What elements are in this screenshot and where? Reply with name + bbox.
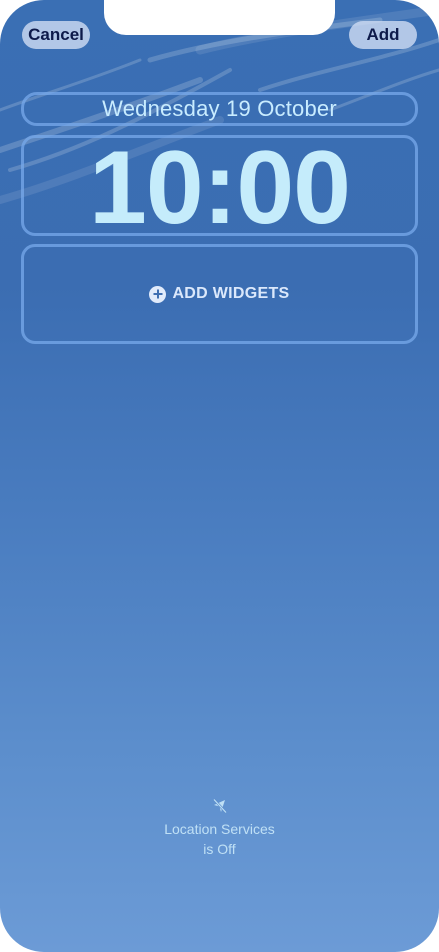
device-notch bbox=[104, 0, 335, 35]
cancel-button[interactable]: Cancel bbox=[22, 21, 90, 49]
lock-screen-editor: Cancel Add Wednesday 19 October 10:00 AD… bbox=[0, 0, 439, 952]
add-widgets-slot[interactable]: ADD WIDGETS bbox=[21, 244, 418, 344]
plus-circle-icon bbox=[149, 285, 167, 303]
add-widgets-label: ADD WIDGETS bbox=[172, 285, 290, 302]
location-status: Location Services is Off bbox=[0, 797, 439, 859]
clock-slot[interactable]: 10:00 bbox=[21, 135, 418, 240]
date-widget-slot[interactable]: Wednesday 19 October bbox=[21, 92, 418, 126]
location-line-1: Location Services bbox=[164, 821, 275, 837]
lock-screen-time: 10:00 bbox=[89, 129, 351, 246]
lock-screen-date: Wednesday 19 October bbox=[102, 96, 337, 121]
add-widgets-button[interactable]: ADD WIDGETS bbox=[149, 285, 289, 303]
add-button[interactable]: Add bbox=[349, 21, 417, 49]
location-line-2: is Off bbox=[203, 841, 236, 857]
location-off-icon bbox=[212, 798, 227, 814]
